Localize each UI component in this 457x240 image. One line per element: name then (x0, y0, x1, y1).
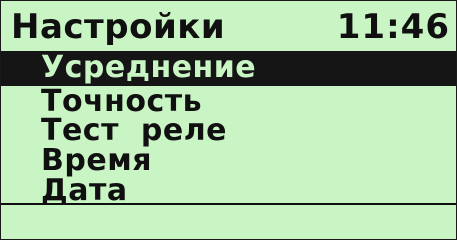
screen-header: Настройки 11:46 (1, 1, 456, 51)
status-bar (1, 205, 456, 239)
menu-item-label: Усреднение (41, 50, 257, 85)
menu-item-averaging[interactable]: Усреднение (1, 51, 456, 86)
screen-title: Настройки (11, 7, 226, 47)
clock-time: 11:46 (336, 7, 450, 47)
lcd-screen: Настройки 11:46 Усреднение Точность Тест… (0, 0, 457, 240)
